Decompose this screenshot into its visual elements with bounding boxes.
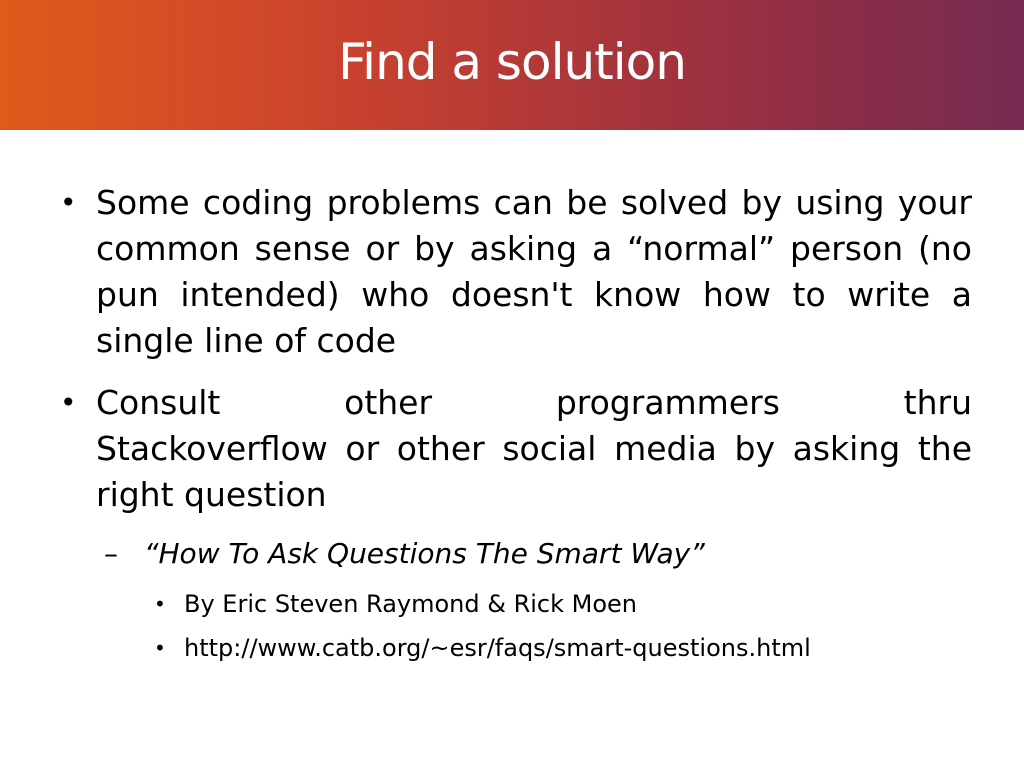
bullet-marker: • [60,186,77,219]
bullet-text-line1: Consult other programmers thru [96,383,972,422]
slide: Find a solution • Some coding problems c… [0,0,1024,768]
sub-sub-bullet-item: • By Eric Steven Raymond & Rick Moen [58,582,972,626]
bullet-item: • Some coding problems can be solved by … [58,180,972,364]
title-bar: Find a solution [0,0,1024,130]
bullet-text-rest: Stackoverflow or other social media by a… [96,429,972,514]
bullet-marker: • [154,592,166,616]
sub-bullet-text: “How To Ask Questions The Smart Way” [144,537,705,570]
bullet-marker: • [154,636,166,660]
bullet-item: • Consult other programmers thru Stackov… [58,380,972,518]
sub-sub-bullet-item: • http://www.catb.org/~esr/faqs/smart-qu… [58,626,972,670]
dash-marker: – [104,537,118,570]
author-text: By Eric Steven Raymond & Rick Moen [184,590,638,618]
bullet-marker: • [60,386,77,419]
slide-title: Find a solution [338,33,687,91]
bullet-text: Some coding problems can be solved by us… [96,183,972,360]
sub-bullet-item: – “How To Ask Questions The Smart Way” [58,534,972,574]
slide-content: • Some coding problems can be solved by … [58,180,972,670]
url-text: http://www.catb.org/~esr/faqs/smart-ques… [184,634,811,662]
